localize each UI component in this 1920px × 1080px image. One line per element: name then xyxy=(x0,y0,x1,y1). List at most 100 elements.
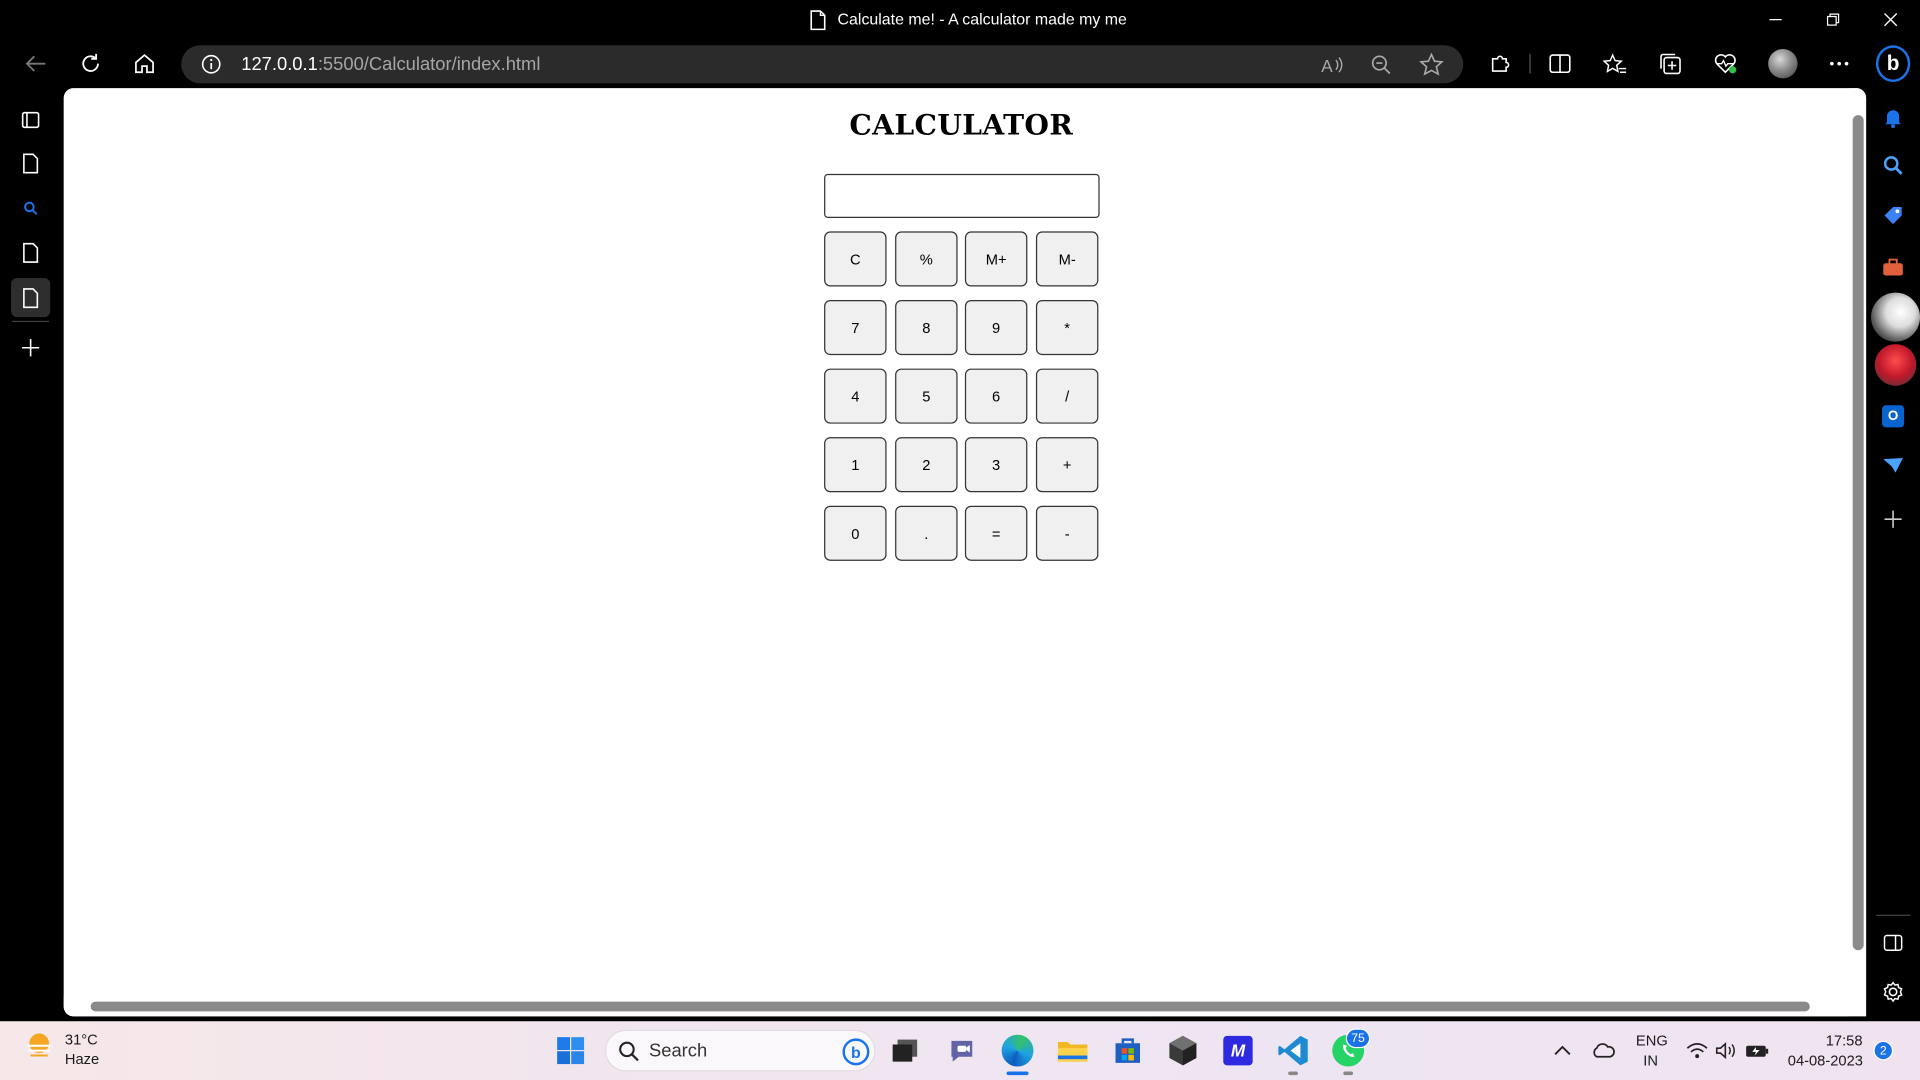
microsoft-store-button[interactable] xyxy=(1108,1031,1147,1070)
calc-button-add[interactable]: + xyxy=(1035,437,1099,493)
calc-button-percent[interactable]: % xyxy=(895,231,958,287)
volume-button[interactable] xyxy=(1714,1031,1741,1070)
settings-more-button[interactable] xyxy=(1821,47,1858,81)
zoom-out-icon xyxy=(1371,54,1391,74)
read-aloud-button[interactable]: A xyxy=(1315,48,1349,81)
profile-button[interactable] xyxy=(1765,47,1802,81)
sidebar-settings-button[interactable] xyxy=(1876,975,1910,1009)
tab-item-2[interactable] xyxy=(11,233,50,272)
zoom-button[interactable] xyxy=(1364,48,1398,81)
add-sidebar-app-button[interactable] xyxy=(1876,502,1910,536)
calc-button-digit-2[interactable]: 2 xyxy=(895,437,958,493)
hide-sidebar-button[interactable] xyxy=(1876,926,1910,960)
calc-button-digit-6[interactable]: 6 xyxy=(964,368,1028,424)
calc-button-digit-0[interactable]: 0 xyxy=(824,505,887,561)
extensions-button[interactable] xyxy=(1482,47,1519,81)
home-button[interactable] xyxy=(126,47,163,81)
tools-button[interactable] xyxy=(1876,250,1910,284)
calc-button-clear[interactable]: C xyxy=(824,231,887,287)
task-view-button[interactable] xyxy=(885,1031,924,1070)
tag-icon xyxy=(1884,206,1902,225)
running-indicator xyxy=(1343,1071,1354,1076)
document-icon xyxy=(23,242,39,263)
tab-item-1[interactable] xyxy=(11,143,50,182)
restore-button[interactable] xyxy=(1812,5,1854,34)
calc-button-digit-1[interactable]: 1 xyxy=(824,437,887,493)
send-button[interactable] xyxy=(1876,448,1910,482)
calc-button-digit-7[interactable]: 7 xyxy=(824,300,887,356)
minimize-button[interactable] xyxy=(1755,5,1797,34)
calculator-display[interactable] xyxy=(824,173,1100,218)
weather-widget[interactable]: 31°C Haze xyxy=(22,1029,99,1069)
calc-button-digit-9[interactable]: 9 xyxy=(964,300,1028,356)
new-tab-button[interactable] xyxy=(11,328,50,367)
calc-button-equals[interactable]: = xyxy=(964,505,1028,561)
battery-button[interactable] xyxy=(1744,1031,1771,1070)
sidebar-toggle-icon xyxy=(1883,934,1903,951)
calc-button-divide[interactable]: / xyxy=(1035,368,1099,424)
url-text[interactable]: 127.0.0.1:5500/Calculator/index.html xyxy=(241,54,540,75)
plus-icon xyxy=(1884,510,1902,528)
region-indicator[interactable]: IN xyxy=(1643,1052,1658,1069)
vscode-button[interactable] xyxy=(1273,1031,1312,1070)
file-explorer-button[interactable] xyxy=(1053,1031,1092,1070)
bing-icon: b xyxy=(1875,45,1911,83)
cloud-icon xyxy=(1593,1043,1615,1058)
calc-button-multiply[interactable]: * xyxy=(1035,300,1099,356)
wifi-button[interactable] xyxy=(1685,1031,1709,1070)
clock-time[interactable]: 17:58 xyxy=(1826,1032,1863,1049)
collections-button[interactable] xyxy=(1652,47,1689,81)
visual-studio-button[interactable]: M xyxy=(1218,1031,1257,1070)
clock-date[interactable]: 04-08-2023 xyxy=(1788,1052,1863,1069)
unity-hub-button[interactable] xyxy=(1163,1031,1202,1070)
add-favorite-button[interactable] xyxy=(1414,48,1448,81)
calc-button-decimal[interactable]: . xyxy=(895,505,958,561)
outlook-button[interactable]: O xyxy=(1876,399,1910,433)
sidebar-search-button[interactable] xyxy=(1876,148,1910,182)
taskbar-search[interactable]: Search b xyxy=(604,1029,876,1072)
restore-icon xyxy=(1826,13,1840,26)
horizontal-scroll-thumb[interactable] xyxy=(90,1001,1810,1012)
edge-taskbar-button[interactable] xyxy=(998,1031,1037,1070)
split-screen-icon xyxy=(1549,54,1571,74)
calc-button-subtract[interactable]: - xyxy=(1035,505,1099,561)
calc-button-digit-3[interactable]: 3 xyxy=(964,437,1028,493)
office-robot-icon xyxy=(1874,344,1917,386)
start-button[interactable] xyxy=(551,1031,590,1070)
horizontal-scrollbar[interactable] xyxy=(63,995,1849,1017)
favorites-button[interactable] xyxy=(1597,47,1634,81)
vertical-scroll-thumb[interactable] xyxy=(1852,115,1864,951)
calc-button-digit-4[interactable]: 4 xyxy=(824,368,887,424)
onedrive-button[interactable] xyxy=(1583,1031,1622,1070)
notification-count-badge[interactable]: 2 xyxy=(1873,1040,1894,1061)
calc-button-digit-8[interactable]: 8 xyxy=(895,300,958,356)
search-icon xyxy=(619,1041,639,1062)
calc-button-digit-5[interactable]: 5 xyxy=(895,368,958,424)
tab-actions-button[interactable] xyxy=(11,100,50,139)
vertical-scrollbar[interactable] xyxy=(1848,88,1867,1001)
bing-chat-button[interactable]: b xyxy=(1875,45,1911,83)
office-button[interactable] xyxy=(1873,343,1917,387)
tab-item-active[interactable] xyxy=(11,277,51,318)
address-bar[interactable]: 127.0.0.1:5500/Calculator/index.html A xyxy=(181,45,1464,84)
games-button[interactable] xyxy=(1871,292,1920,342)
notifications-button[interactable] xyxy=(1876,100,1910,134)
refresh-button[interactable] xyxy=(72,47,109,81)
language-indicator[interactable]: ENG xyxy=(1636,1032,1668,1049)
calc-button-memory-add[interactable]: M+ xyxy=(964,231,1028,287)
close-icon xyxy=(1884,12,1898,27)
read-aloud-icon: A xyxy=(1321,56,1343,74)
info-icon[interactable] xyxy=(201,54,222,75)
tab-item-search[interactable] xyxy=(11,189,50,228)
close-window-button[interactable] xyxy=(1870,5,1912,34)
star-icon xyxy=(1419,52,1444,76)
performance-button[interactable] xyxy=(1707,47,1744,81)
back-button[interactable] xyxy=(17,47,54,81)
toolbox-icon xyxy=(1883,258,1903,276)
calc-button-memory-subtract[interactable]: M- xyxy=(1035,231,1099,287)
shopping-button[interactable] xyxy=(1876,198,1910,232)
teams-chat-button[interactable] xyxy=(943,1031,982,1070)
home-icon xyxy=(135,53,154,74)
split-screen-button[interactable] xyxy=(1542,47,1579,81)
show-hidden-icons-button[interactable] xyxy=(1543,1031,1582,1070)
